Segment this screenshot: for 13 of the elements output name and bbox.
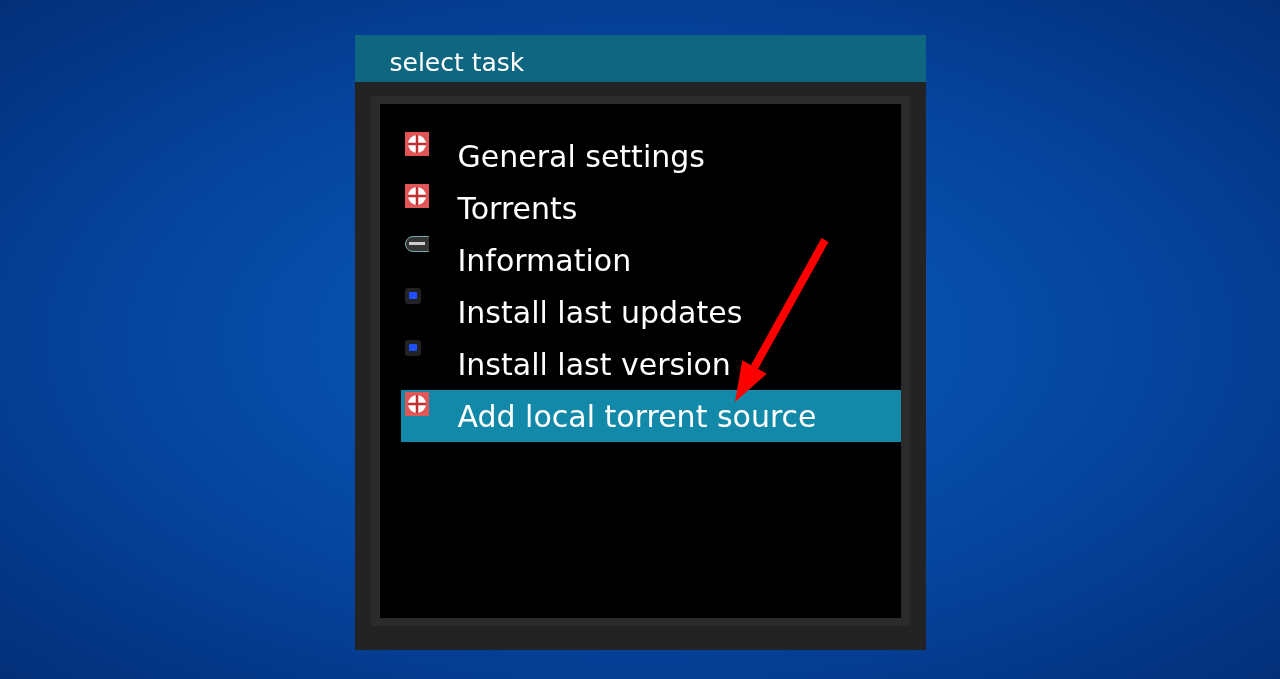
task-item[interactable]: Install last updates (400, 286, 901, 338)
task-item[interactable]: General settings (400, 130, 901, 182)
square-button-icon (404, 340, 421, 356)
task-item[interactable]: Add local torrent source (400, 390, 901, 442)
task-item[interactable]: Torrents (400, 182, 901, 234)
torrent-logo-icon (404, 184, 429, 208)
task-item[interactable]: Information (400, 234, 901, 286)
torrent-logo-icon (404, 132, 429, 156)
dialog-title: select task (389, 47, 525, 79)
info-pill-icon (404, 236, 429, 252)
task-item[interactable]: Install last version (400, 338, 901, 390)
torrent-logo-icon (404, 392, 429, 416)
square-button-icon (404, 288, 421, 304)
